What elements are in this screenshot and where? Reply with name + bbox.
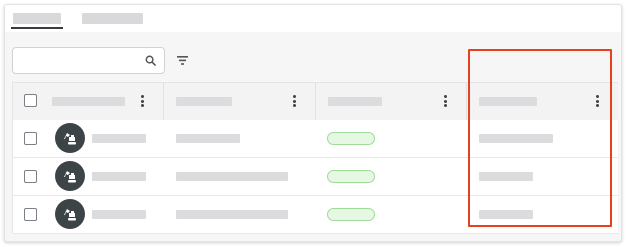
search-input[interactable] (12, 47, 165, 74)
column-header-label (52, 97, 125, 106)
column-divider (466, 83, 467, 120)
avatar (55, 161, 85, 191)
column-divider (315, 83, 316, 120)
row-cell (176, 172, 288, 181)
status-badge (327, 208, 375, 221)
column-highlight-box (468, 49, 612, 227)
tab-bar (5, 5, 621, 32)
tab-first[interactable] (11, 13, 63, 29)
row-name (92, 210, 146, 219)
row-name (92, 134, 146, 143)
active-tab-indicator (11, 27, 63, 29)
status-badge (327, 132, 375, 145)
excavator-icon (64, 171, 76, 183)
column-menu-icon[interactable] (141, 95, 144, 109)
column-header-label (328, 97, 382, 106)
tab-label-placeholder (13, 13, 61, 24)
tab-second[interactable] (82, 13, 143, 24)
column-menu-icon[interactable] (444, 95, 447, 109)
tab-label-placeholder (82, 13, 143, 24)
row-cell (176, 210, 288, 219)
excavator-icon (64, 209, 76, 221)
search-icon (145, 55, 156, 66)
row-checkbox[interactable] (24, 208, 37, 221)
row-name (92, 172, 146, 181)
select-all-checkbox[interactable] (24, 94, 37, 107)
avatar (55, 123, 85, 153)
column-header-label (176, 97, 232, 106)
row-checkbox[interactable] (24, 170, 37, 183)
row-cell (176, 134, 240, 143)
column-menu-icon[interactable] (293, 95, 296, 109)
excavator-icon (64, 133, 76, 145)
row-checkbox[interactable] (24, 132, 37, 145)
filter-icon[interactable] (177, 56, 188, 65)
avatar (55, 199, 85, 229)
status-badge (327, 170, 375, 183)
column-divider (163, 83, 164, 120)
